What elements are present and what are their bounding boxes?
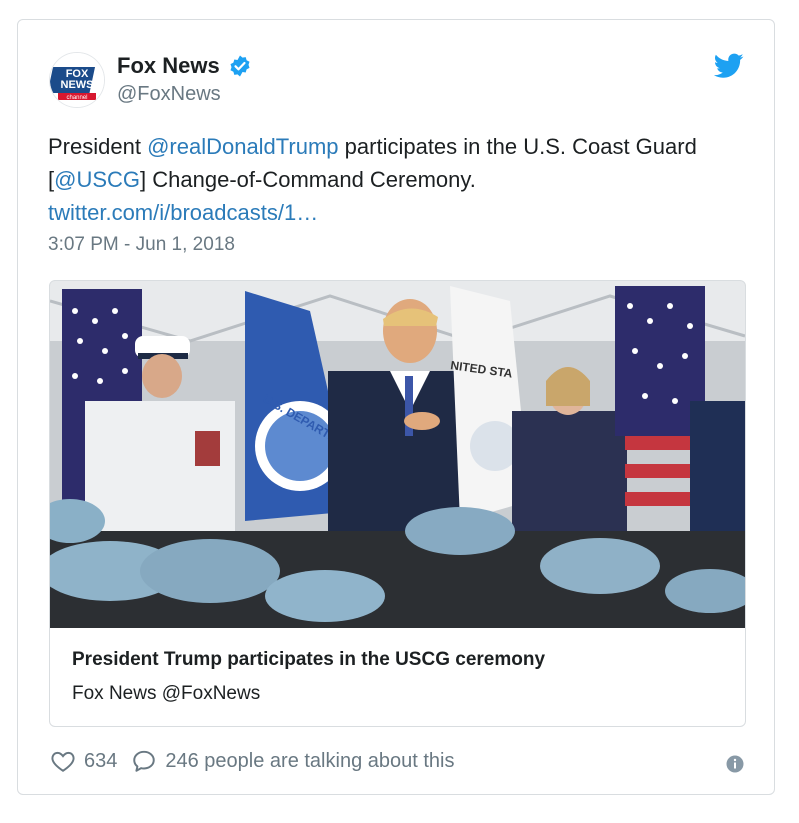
heart-icon[interactable] xyxy=(50,748,76,774)
tweet-text-part: President xyxy=(48,134,148,159)
author-handle[interactable]: @FoxNews xyxy=(117,83,221,106)
mention-link[interactable]: @USCG xyxy=(54,167,140,192)
media-card-title[interactable]: President Trump participates in the USCG… xyxy=(72,649,545,671)
author-display-name[interactable]: Fox News xyxy=(117,53,220,79)
tweet-card: FOX NEWS channel Fox News @FoxNews Presi… xyxy=(17,19,775,795)
verified-badge-icon xyxy=(230,55,250,77)
ceremony-photo[interactable]: U.S. DEPARTMENT NITED STA xyxy=(50,281,745,628)
info-icon[interactable] xyxy=(726,755,744,773)
avatar[interactable]: FOX NEWS channel xyxy=(49,52,105,108)
media-card[interactable]: U.S. DEPARTMENT NITED STA President Trum… xyxy=(49,280,746,727)
tweet-text: President @realDonaldTrump participates … xyxy=(48,130,728,229)
timestamp[interactable]: 3:07 PM - Jun 1, 2018 xyxy=(48,234,235,256)
tweet-actions: 634 246 people are talking about this xyxy=(50,748,454,774)
conversation-link[interactable]: 246 people are talking about this xyxy=(165,750,454,773)
media-card-source[interactable]: Fox News @FoxNews xyxy=(72,683,260,705)
author-name-row[interactable]: Fox News xyxy=(117,53,252,79)
fox-news-logo-icon: FOX NEWS channel xyxy=(50,53,104,107)
mention-link[interactable]: @realDonaldTrump xyxy=(147,134,338,159)
broadcast-link[interactable]: twitter.com/i/broadcasts/1… xyxy=(48,200,318,225)
reply-bubble-icon[interactable] xyxy=(131,748,157,774)
svg-text:NEWS: NEWS xyxy=(61,79,94,91)
twitter-bird-icon[interactable] xyxy=(714,53,744,79)
svg-text:channel: channel xyxy=(66,95,87,101)
tweet-text-part: ] Change-of-Command Ceremony. xyxy=(140,167,476,192)
like-count[interactable]: 634 xyxy=(84,750,117,773)
